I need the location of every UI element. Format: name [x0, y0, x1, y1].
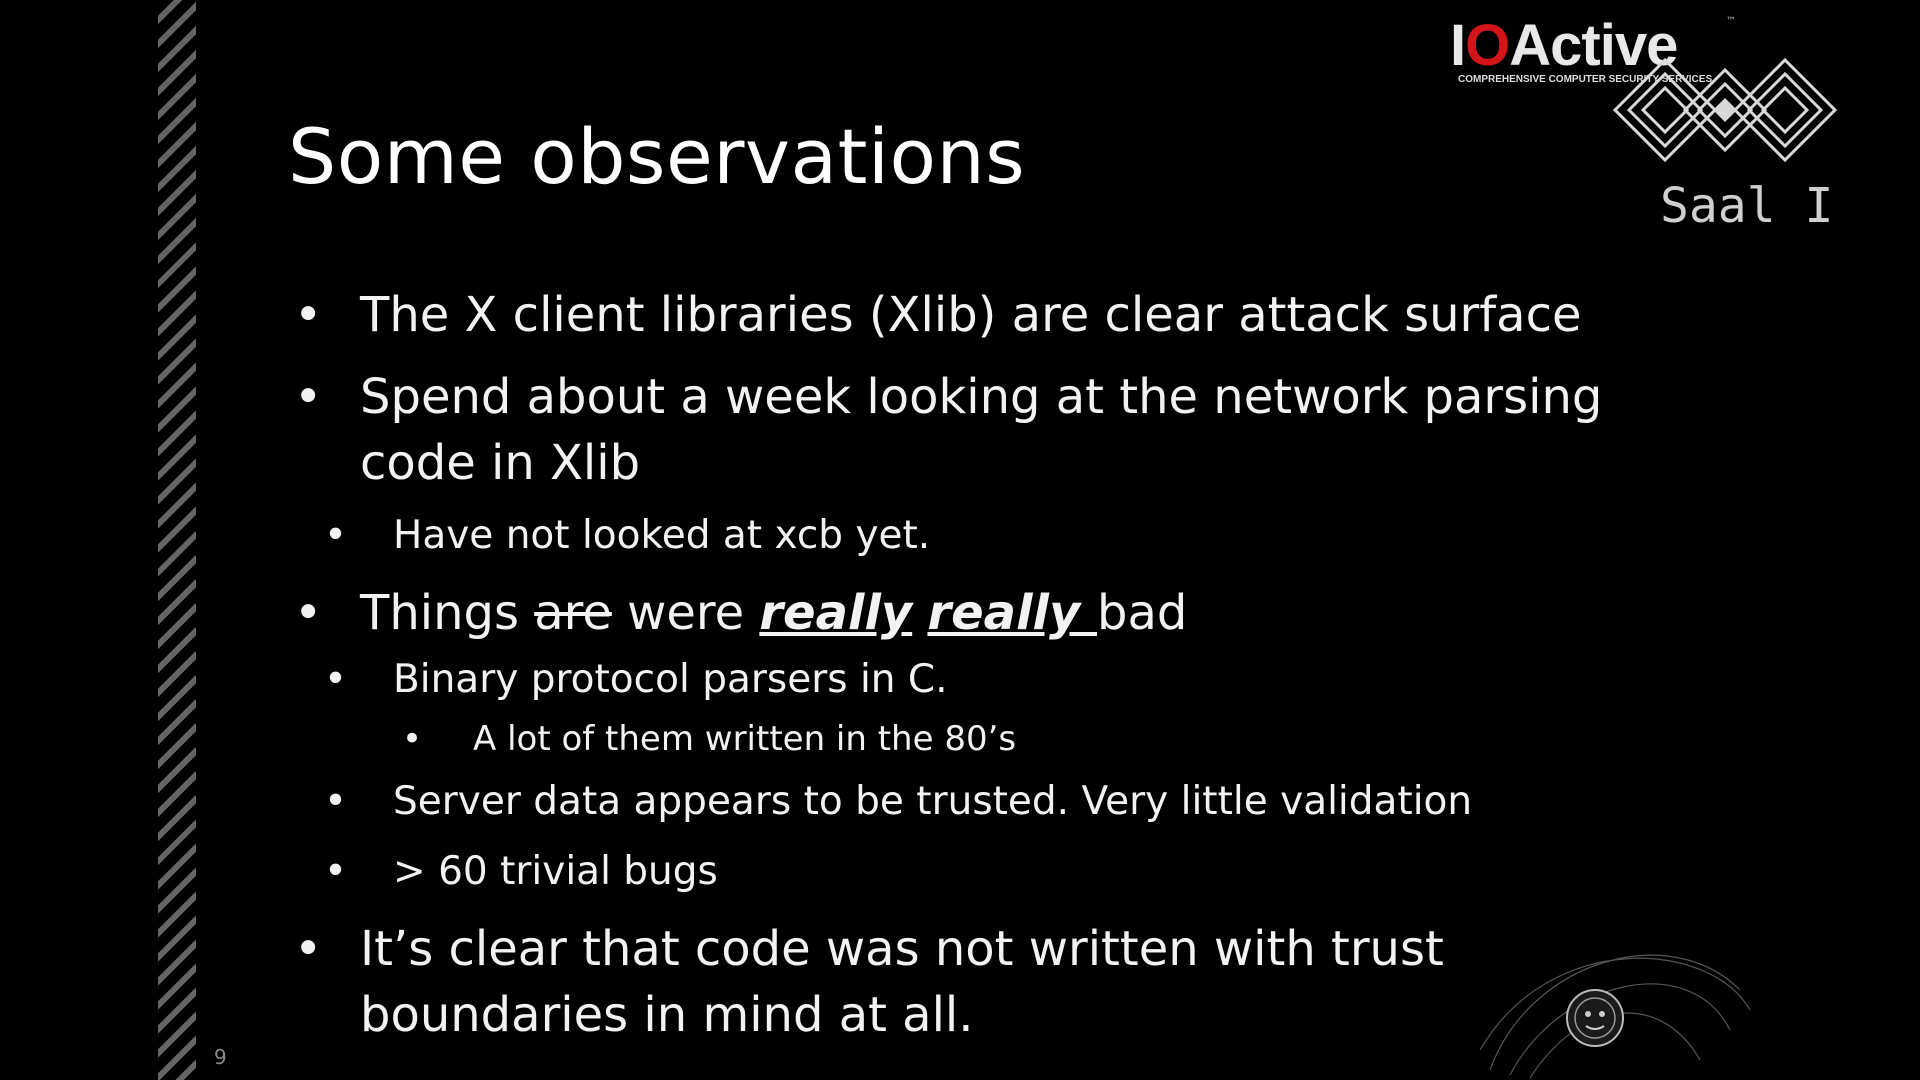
sub-bullet-item: • Have not looked at xcb yet.: [290, 508, 1730, 564]
slide-number: 9: [214, 1045, 227, 1069]
bullet-item: • The X client libraries (Xlib) are clea…: [290, 282, 1730, 348]
saal-emblem-icon: [1612, 57, 1838, 163]
sub-sub-bullet-text: A lot of them written in the 80’s: [473, 719, 1017, 759]
bullet-dot: •: [402, 719, 423, 759]
logo-letter-i: I: [1450, 13, 1466, 78]
sub-bullet-text: Binary protocol parsers in C.: [393, 657, 948, 702]
bullet-text: Spend about a week looking at the networ…: [360, 369, 1603, 425]
bullet-item: • It’s clear that code was not written w…: [290, 916, 1730, 1048]
bullet-list: • The X client libraries (Xlib) are clea…: [290, 282, 1730, 1048]
sub-bullet-text: > 60 trivial bugs: [393, 849, 718, 894]
emphasis-word: really: [759, 585, 913, 641]
sub-sub-bullet-item: • A lot of them written in the 80’s: [290, 714, 1730, 764]
sub-bullet-item: • > 60 trivial bugs: [290, 844, 1730, 900]
sub-bullet-item: • Binary protocol parsers in C.: [290, 652, 1730, 708]
decorative-stripe-bar: [158, 0, 196, 1080]
bullet-dot: •: [324, 779, 348, 824]
bullet-item: • Spend about a week looking at the netw…: [290, 364, 1730, 496]
logo-letter-o: O: [1465, 13, 1510, 78]
bullet-dot: •: [294, 585, 323, 641]
bullet-text-continued: code in Xlib: [360, 435, 641, 491]
room-label: Saal I: [1660, 178, 1834, 234]
logo-trademark: ™: [1726, 16, 1736, 27]
bullet-text: It’s clear that code was not written wit…: [360, 921, 1444, 977]
sub-bullet-text: Have not looked at xcb yet.: [393, 513, 931, 558]
bullet-dot: •: [324, 513, 348, 558]
bullet-text-suffix: bad: [1096, 585, 1188, 641]
bullet-item: • Things are were really really bad: [290, 580, 1730, 646]
bullet-text-prefix: Things: [360, 585, 535, 641]
bullet-dot: •: [294, 287, 323, 343]
sub-bullet-text: Server data appears to be trusted. Very …: [393, 779, 1473, 824]
bullet-text-continued: boundaries in mind at all.: [360, 987, 974, 1043]
bullet-dot: •: [324, 849, 348, 894]
slide-title: Some observations: [288, 112, 1026, 201]
emphasis-word: really: [927, 585, 1097, 641]
bullet-text-middle: were: [611, 585, 760, 641]
bullet-text: The X client libraries (Xlib) are clear …: [360, 287, 1582, 343]
struck-word: are: [534, 585, 612, 641]
bullet-dot: •: [294, 369, 323, 425]
sub-bullet-item: • Server data appears to be trusted. Ver…: [290, 774, 1730, 830]
bullet-dot: •: [294, 921, 323, 977]
bullet-dot: •: [324, 657, 348, 702]
